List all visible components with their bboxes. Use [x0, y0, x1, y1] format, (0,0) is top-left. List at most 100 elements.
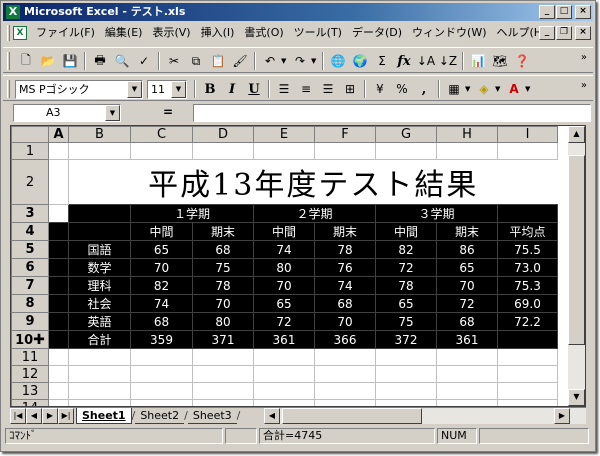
cell[interactable] — [192, 348, 254, 366]
cell[interactable] — [375, 399, 437, 406]
cell[interactable] — [375, 348, 437, 366]
score-cell[interactable]: 70 — [253, 276, 315, 295]
score-cell[interactable]: 70 — [314, 312, 376, 331]
font-color-icon[interactable]: A — [503, 78, 525, 100]
subject-cell[interactable]: 国語 — [68, 240, 131, 259]
cell[interactable] — [68, 382, 131, 400]
menu-grip[interactable] — [7, 25, 10, 41]
score-cell[interactable]: 78 — [314, 240, 376, 259]
name-box[interactable]: A3 ▼ — [13, 104, 121, 122]
cell[interactable] — [68, 399, 131, 406]
bold-button[interactable]: B — [199, 78, 221, 100]
score-cell[interactable]: 74 — [130, 294, 193, 313]
cell[interactable] — [497, 348, 558, 366]
cell[interactable] — [436, 365, 498, 383]
paste-icon[interactable]: 📋 — [207, 50, 229, 72]
menu-format[interactable]: 書式(O) — [239, 23, 288, 43]
fill-color-dropdown-icon[interactable]: ▼ — [495, 78, 503, 100]
menu-insert[interactable]: 挿入(I) — [196, 23, 240, 43]
cell[interactable] — [68, 365, 131, 383]
row-header[interactable]: 14 — [11, 399, 49, 406]
total-cell[interactable]: 372 — [375, 330, 437, 349]
cell[interactable] — [375, 365, 437, 383]
cell[interactable] — [314, 142, 376, 160]
average-cell[interactable]: 72.2 — [497, 312, 558, 331]
cell[interactable] — [253, 348, 315, 366]
menu-view[interactable]: 表示(V) — [147, 23, 195, 43]
toolbar-grip[interactable] — [7, 80, 10, 98]
toolbar-more-icon[interactable]: » — [581, 52, 587, 63]
last-sheet-icon[interactable]: ▶| — [58, 408, 74, 424]
cell[interactable] — [48, 276, 69, 295]
chevron-down-icon[interactable]: ▼ — [105, 105, 120, 121]
redo-icon[interactable]: ↷ — [289, 50, 311, 72]
cell[interactable] — [48, 330, 69, 349]
cell[interactable] — [130, 382, 193, 400]
column-header-c[interactable]: C — [130, 126, 193, 143]
row-header[interactable]: 4 — [11, 222, 49, 241]
total-cell[interactable]: 361 — [253, 330, 315, 349]
score-cell[interactable]: 78 — [192, 276, 254, 295]
score-cell[interactable]: 68 — [192, 240, 254, 259]
score-cell[interactable]: 82 — [130, 276, 193, 295]
cell[interactable] — [48, 348, 69, 366]
font-color-dropdown-icon[interactable]: ▼ — [525, 78, 533, 100]
spell-check-icon[interactable]: ✓ — [133, 50, 155, 72]
total-cell[interactable]: 361 — [436, 330, 498, 349]
cell[interactable] — [192, 365, 254, 383]
redo-dropdown-icon[interactable]: ▼ — [311, 50, 319, 72]
column-header-a[interactable]: A — [48, 126, 69, 143]
subject-cell[interactable]: 英語 — [68, 312, 131, 331]
scroll-up-icon[interactable]: ▲ — [568, 126, 585, 143]
font-name-combo[interactable]: MS Pゴシック ▼ — [15, 79, 143, 99]
cell[interactable] — [68, 142, 131, 160]
row-header[interactable]: 12 — [11, 365, 49, 383]
row-header[interactable]: 8 — [11, 294, 49, 313]
cell[interactable] — [436, 142, 498, 160]
sort-descending-icon[interactable]: ↓Z — [437, 50, 459, 72]
scroll-right-icon[interactable]: ▶ — [554, 408, 570, 424]
score-cell[interactable]: 65 — [436, 258, 498, 277]
cell[interactable] — [314, 365, 376, 383]
cell[interactable] — [48, 399, 69, 406]
print-preview-icon[interactable]: 🔍 — [111, 50, 133, 72]
score-cell[interactable]: 78 — [375, 276, 437, 295]
cell[interactable] — [48, 159, 69, 205]
workbook-icon[interactable]: X — [13, 26, 27, 40]
column-header-f[interactable]: F — [314, 126, 376, 143]
menu-window[interactable]: ウィンドウ(W) — [407, 23, 491, 43]
row-header[interactable]: 9 — [11, 312, 49, 331]
score-cell[interactable]: 75 — [375, 312, 437, 331]
cell[interactable] — [436, 382, 498, 400]
chart-wizard-icon[interactable]: 📊 — [467, 50, 489, 72]
cell[interactable] — [68, 222, 131, 241]
vertical-scroll-thumb[interactable] — [568, 155, 585, 345]
doc-restore-icon[interactable]: ❐ — [556, 26, 572, 40]
subject-cell[interactable]: 合計 — [68, 330, 131, 349]
worksheet-grid[interactable]: A B C D E F G H I 1 2 平成13年度テスト結果 3 １学期 … — [10, 125, 586, 407]
subheader-cell[interactable]: 期末 — [436, 222, 498, 241]
score-cell[interactable]: 72 — [375, 258, 437, 277]
column-header-i[interactable]: I — [497, 126, 558, 143]
sort-ascending-icon[interactable]: ↓A — [415, 50, 437, 72]
scroll-down-icon[interactable]: ▼ — [568, 389, 585, 406]
map-icon[interactable]: 🗺 — [489, 50, 511, 72]
minimize-icon[interactable]: _ — [539, 5, 555, 19]
cell[interactable] — [497, 382, 558, 400]
score-cell[interactable]: 68 — [130, 312, 193, 331]
score-cell[interactable]: 70 — [130, 258, 193, 277]
scroll-left-icon[interactable]: ◀ — [264, 408, 280, 424]
cell[interactable] — [497, 204, 558, 223]
cell[interactable] — [253, 382, 315, 400]
toolbar-grip[interactable] — [7, 52, 10, 70]
cell[interactable] — [375, 382, 437, 400]
cell[interactable] — [48, 258, 69, 277]
cell[interactable] — [48, 294, 69, 313]
merge-center-icon[interactable]: ⊞ — [339, 78, 361, 100]
score-cell[interactable]: 76 — [314, 258, 376, 277]
toolbar-more-icon[interactable]: » — [581, 80, 587, 91]
row-header[interactable]: 10✚ — [11, 330, 49, 349]
cell[interactable] — [48, 240, 69, 259]
doc-close-icon[interactable]: × — [575, 26, 591, 40]
subheader-cell[interactable]: 中間 — [130, 222, 193, 241]
